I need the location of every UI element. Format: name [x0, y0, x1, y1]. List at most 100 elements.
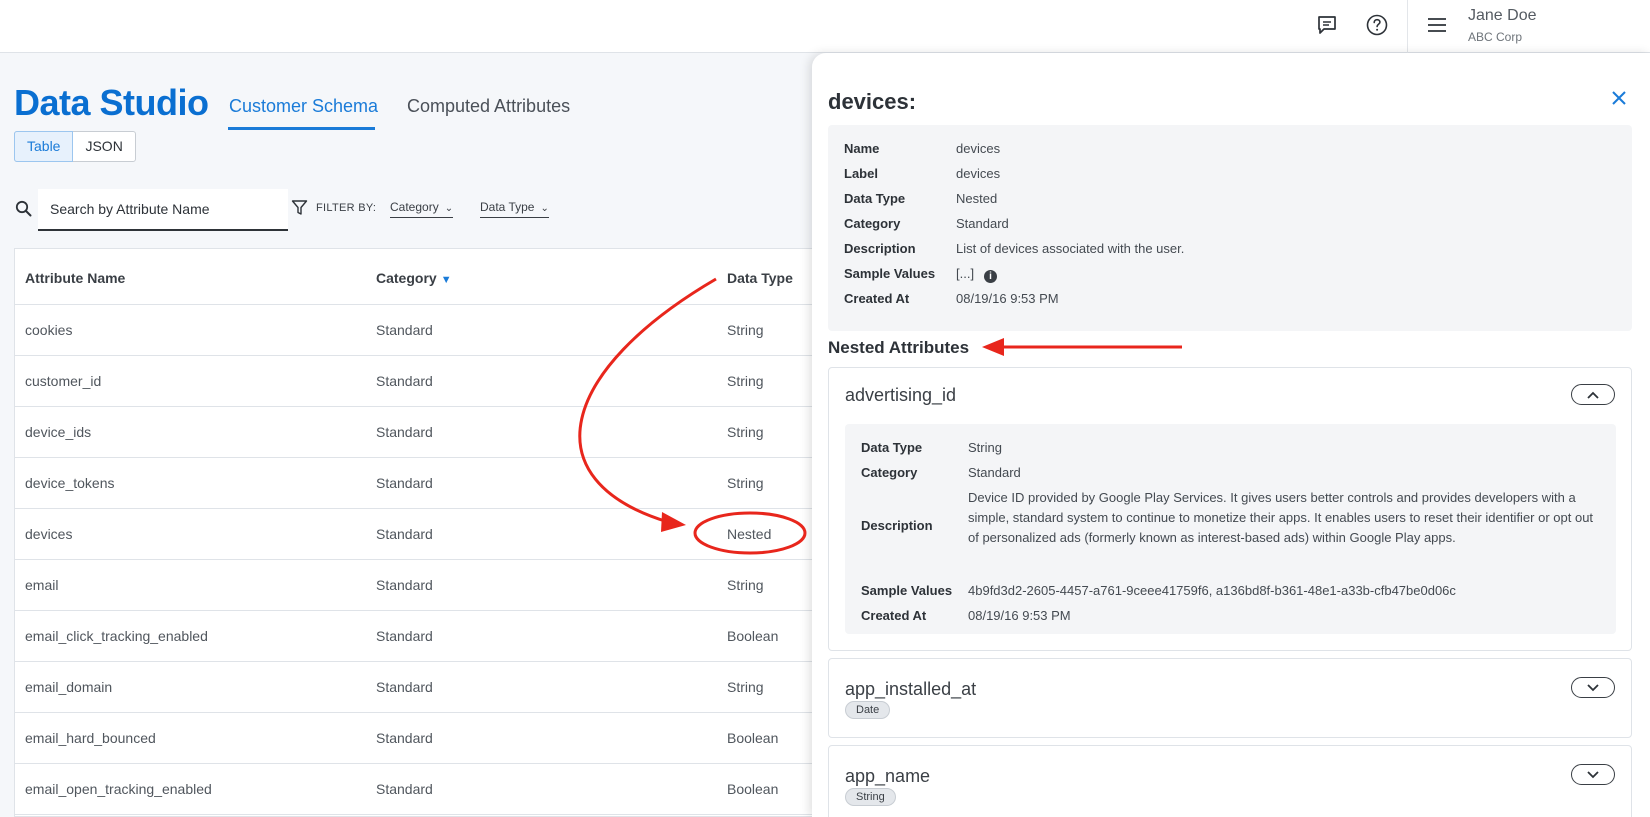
detail-label: Data Type — [861, 440, 923, 455]
menu-icon[interactable] — [1424, 12, 1450, 38]
detail-description: Device ID provided by Google Play Servic… — [968, 490, 1594, 545]
detail-label: Data Type — [844, 191, 906, 206]
category-cell: Standard — [376, 730, 433, 746]
column-header-category[interactable]: Category ▼ — [376, 270, 452, 286]
column-header-category-label: Category — [376, 270, 437, 286]
column-header-attribute-name[interactable]: Attribute Name — [25, 270, 125, 286]
filter-label: FILTER BY: — [316, 202, 377, 214]
close-icon[interactable] — [1607, 86, 1631, 110]
detail-value: Nested — [956, 191, 998, 206]
attribute-name-cell: device_tokens — [25, 475, 115, 491]
tab-customer-schema[interactable]: Customer Schema — [229, 96, 378, 117]
search-input[interactable] — [38, 189, 288, 231]
detail-value: List of devices associated with the user… — [956, 241, 1185, 256]
category-cell: Standard — [376, 475, 433, 491]
data-type-cell: String — [727, 679, 764, 695]
chat-icon[interactable] — [1314, 12, 1340, 38]
header-divider — [1407, 0, 1408, 53]
data-type-filter-dropdown[interactable]: Data Type ⌄ — [480, 200, 549, 218]
chevron-down-icon: ⌄ — [444, 203, 454, 214]
table-row[interactable]: email Standard String — [15, 560, 814, 611]
category-cell: Standard — [376, 781, 433, 797]
view-json-button[interactable]: JSON — [73, 132, 134, 161]
table-row[interactable]: devices Standard Nested — [15, 509, 814, 560]
attribute-name-cell: email_domain — [25, 679, 113, 695]
data-type-cell: Boolean — [727, 730, 779, 746]
attributes-table: Attribute Name Category ▼ Data Type cooki… — [14, 248, 814, 817]
detail-value: String — [968, 440, 1002, 455]
data-type-filter-label: Data Type — [480, 200, 535, 214]
table-row[interactable]: email_open_tracking_enabled Standard Boole… — [15, 764, 814, 815]
category-cell: Standard — [376, 577, 433, 593]
table-row[interactable]: email_domain Standard String — [15, 662, 814, 713]
detail-label: Name — [844, 141, 880, 156]
nested-attribute-name: app_installed_at — [845, 679, 977, 699]
attribute-name-cell: email_hard_bounced — [25, 730, 156, 746]
detail-label: Created At — [844, 291, 910, 306]
table-row[interactable]: email_hard_bounced Standard Boolean — [15, 713, 814, 764]
active-tab-indicator — [228, 127, 375, 130]
detail-value: 4b9fd3d2-2605-4457-a761-9ceee41759f6, a1… — [968, 583, 1456, 598]
nested-attribute-card: advertising_id Data Type String Category… — [828, 367, 1632, 651]
category-cell: Standard — [376, 628, 433, 644]
top-bar: Jane Doe ABC Corp — [0, 0, 1650, 53]
column-header-data-type[interactable]: Data Type — [727, 270, 793, 286]
data-type-cell: String — [727, 475, 764, 491]
nested-attribute-name: app_name — [845, 766, 931, 786]
data-type-cell: Boolean — [727, 781, 779, 797]
detail-label: Description — [861, 518, 933, 533]
data-type-cell: Nested — [727, 526, 772, 542]
attribute-name-cell: email_click_tracking_enabled — [25, 628, 208, 644]
user-org: ABC Corp — [1468, 30, 1523, 44]
info-icon[interactable]: i — [984, 270, 998, 283]
data-type-badge: Date — [845, 701, 891, 719]
chevron-up-icon — [1587, 391, 1599, 399]
chevron-down-icon — [1587, 683, 1599, 691]
detail-value: Standard — [956, 216, 1009, 231]
category-cell: Standard — [376, 679, 433, 695]
sample-values: [...] — [956, 266, 975, 281]
table-row[interactable]: cookies Standard String — [15, 305, 814, 356]
detail-label: Sample Values — [861, 583, 953, 598]
attribute-name-cell: devices — [25, 526, 73, 542]
user-name[interactable]: Jane Doe — [1468, 7, 1537, 25]
data-type-cell: String — [727, 322, 764, 338]
nested-attributes-title: Nested Attributes — [828, 338, 970, 357]
collapse-button[interactable] — [1571, 384, 1615, 405]
tab-computed-attributes[interactable]: Computed Attributes — [407, 96, 570, 117]
detail-label: Label — [844, 166, 878, 181]
attribute-detail-drawer: devices: Name devices Label devices Data… — [812, 53, 1650, 817]
help-icon[interactable] — [1364, 12, 1390, 38]
drawer-title: devices: — [828, 89, 917, 114]
category-cell: Standard — [376, 373, 433, 389]
expand-button[interactable] — [1571, 764, 1615, 785]
table-row[interactable]: email_click_tracking_enabled Standard Bool… — [15, 611, 814, 662]
detail-value: Standard — [968, 465, 1021, 480]
nested-attribute-name: advertising_id — [845, 385, 957, 405]
category-filter-dropdown[interactable]: Category ⌄ — [390, 200, 454, 218]
attribute-name-cell: device_ids — [25, 424, 92, 440]
detail-label: Sample Values — [844, 266, 936, 281]
attribute-name-cell: email — [25, 577, 59, 593]
nested-attribute-details: Data Type String Category Standard Descr… — [845, 424, 1616, 634]
category-cell: Standard — [376, 322, 433, 338]
data-type-cell: String — [727, 577, 764, 593]
chevron-down-icon: ⌄ — [540, 203, 549, 214]
category-cell: Standard — [376, 526, 433, 542]
table-row[interactable]: customer_id Standard String — [15, 356, 814, 407]
detail-label: Category — [861, 465, 918, 480]
table-row[interactable]: device_tokens Standard String — [15, 458, 814, 509]
detail-label: Description — [844, 241, 916, 256]
expand-button[interactable] — [1571, 677, 1615, 698]
table-row[interactable]: device_ids Standard String — [15, 407, 814, 458]
nested-attribute-card[interactable]: app_installed_at Date — [828, 658, 1632, 738]
detail-label: Category — [844, 216, 901, 231]
detail-label: Created At — [861, 608, 927, 623]
attribute-name-cell: customer_id — [25, 373, 102, 389]
attribute-name-cell: cookies — [25, 322, 73, 338]
nested-attribute-card[interactable]: app_name String — [828, 745, 1632, 817]
view-table-button[interactable]: Table — [14, 131, 74, 162]
attribute-name-cell: email_open_tracking_enabled — [25, 781, 212, 797]
page-title: Data Studio — [14, 82, 209, 123]
detail-value: devices — [956, 166, 1001, 181]
